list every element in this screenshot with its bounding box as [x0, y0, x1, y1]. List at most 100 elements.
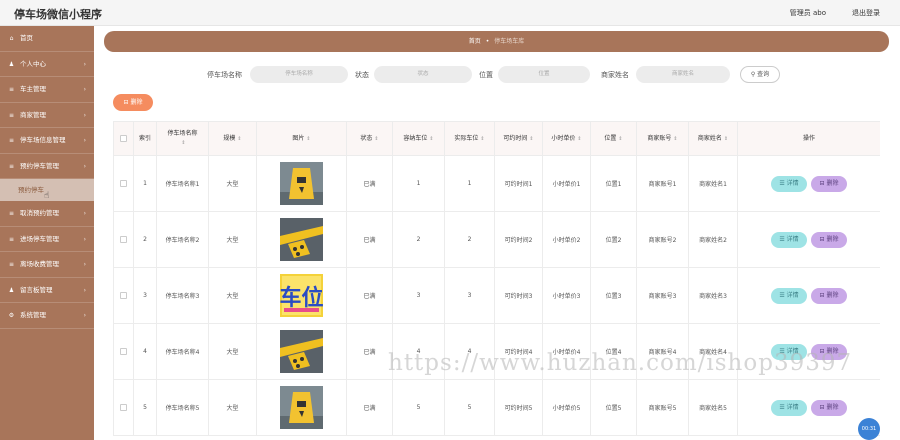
image-cell: [256, 211, 347, 268]
sidebar-item-label: 进场停车管理: [20, 234, 59, 243]
select-all-checkbox[interactable]: [120, 135, 127, 142]
cell-name: 停车场名称2: [156, 211, 209, 268]
table-header-row: 索引 停车场名称 ⇕ 规模 ⇕ 图片 ⇕ 状态 ⇕ 容纳车位 ⇕ 实际车位 ⇕ 可约时间 ⇕ …: [113, 121, 880, 156]
detail-button[interactable]: ☰ 详情: [771, 175, 807, 192]
delete-button[interactable]: ⊟ 删除: [811, 343, 847, 360]
timer-badge[interactable]: 00:31: [858, 418, 880, 440]
sort-icon[interactable]: ⇕: [618, 136, 622, 142]
header-size[interactable]: 规模 ⇕: [208, 121, 257, 156]
header-account[interactable]: 商家账号 ⇕: [636, 121, 689, 156]
row-checkbox-cell[interactable]: [113, 323, 134, 380]
header-location[interactable]: 位置 ⇕: [590, 121, 637, 156]
settings-icon: ⚙: [8, 312, 15, 319]
image-cell: [256, 323, 347, 380]
delete-button-label: 删除: [826, 179, 839, 187]
sort-icon[interactable]: ⇕: [673, 136, 677, 142]
header-status[interactable]: 状态 ⇕: [346, 121, 393, 156]
sidebar-item[interactable]: ≡ 取消预约管理 ›: [0, 201, 94, 227]
status-label: 状态: [355, 71, 369, 79]
detail-button-label: 详情: [786, 403, 799, 411]
row-checkbox-cell[interactable]: [113, 155, 134, 212]
sort-icon[interactable]: ⇕: [306, 136, 310, 142]
header-total[interactable]: 容纳车位 ⇕: [392, 121, 445, 156]
sort-icon[interactable]: ⇕: [577, 136, 581, 142]
row-checkbox[interactable]: [120, 404, 127, 411]
row-checkbox[interactable]: [120, 180, 127, 187]
row-checkbox[interactable]: [120, 292, 127, 299]
sidebar-item[interactable]: ♟ 留言板管理 ›: [0, 278, 94, 303]
header-account-label: 商家账号: [647, 134, 672, 142]
sort-icon[interactable]: ⇕: [429, 136, 433, 142]
header-unit[interactable]: 小时单价 ⇕: [542, 121, 591, 156]
header-size-label: 规模: [223, 134, 236, 142]
cell-actual: 1: [444, 155, 495, 212]
sidebar-item[interactable]: ⚙ 系统管理 ›: [0, 303, 94, 329]
header-actual[interactable]: 实际车位 ⇕: [444, 121, 495, 156]
row-checkbox[interactable]: [120, 236, 127, 243]
parking-thumbnail[interactable]: [280, 162, 323, 205]
sidebar-item[interactable]: ≡ 离场收费管理 ›: [0, 252, 94, 278]
detail-button[interactable]: ☰ 详情: [771, 343, 807, 360]
document-icon: ☰: [779, 347, 787, 355]
table-row[interactable]: 4 停车场名称4 大型 已满 4 4 可约时间4 小时单价4 位置4 商家账号4 商家姓名4 ☰ 详情…: [113, 323, 880, 380]
parking-thumbnail[interactable]: [280, 274, 323, 317]
header-name[interactable]: 停车场名称 ⇕: [156, 121, 209, 156]
detail-button[interactable]: ☰ 详情: [771, 231, 807, 248]
delete-button-label: 删除: [826, 235, 839, 243]
header-image[interactable]: 图片 ⇕: [256, 121, 347, 156]
document-icon: ☰: [779, 179, 787, 187]
select-all-checkbox-cell[interactable]: [113, 121, 134, 156]
detail-button[interactable]: ☰ 详情: [771, 399, 807, 416]
sidebar-item[interactable]: ≡ 商家管理 ›: [0, 103, 94, 128]
sort-icon[interactable]: ⇕: [374, 136, 378, 142]
batch-delete-label: 删除: [130, 99, 143, 106]
cell-total: 4: [392, 323, 445, 380]
row-checkbox-cell[interactable]: [113, 379, 134, 436]
sidebar-item[interactable]: ≡ 停车场信息管理 ›: [0, 128, 94, 154]
parking-thumbnail[interactable]: [280, 330, 323, 373]
sort-icon[interactable]: ⇕: [724, 136, 728, 142]
header-time[interactable]: 可约时间 ⇕: [494, 121, 543, 156]
table-row[interactable]: 5 停车场名称5 大型 已满 5 5 可约时间5 小时单价5 位置5 商家账号5 商家姓名5 ☰ 详情…: [113, 379, 880, 436]
sort-icon[interactable]: ⇕: [181, 140, 185, 146]
batch-delete-button[interactable]: ⊟ 删除: [113, 94, 153, 111]
parking-thumbnail[interactable]: [280, 218, 323, 261]
image-cell: [256, 155, 347, 212]
location-search-input[interactable]: 位置: [498, 66, 590, 83]
delete-button[interactable]: ⊟ 删除: [811, 399, 847, 416]
header-merchant[interactable]: 商家姓名 ⇕: [688, 121, 738, 156]
cell-merchant: 商家姓名1: [688, 155, 738, 212]
status-search-input[interactable]: 状态: [374, 66, 472, 83]
delete-button[interactable]: ⊟ 删除: [811, 287, 847, 304]
sidebar-subitem-active[interactable]: 预约停车 ☝: [0, 179, 94, 201]
delete-button[interactable]: ⊟ 删除: [811, 231, 847, 248]
document-icon: ☰: [779, 291, 787, 299]
delete-button[interactable]: ⊟ 删除: [811, 175, 847, 192]
sidebar-item[interactable]: ≡ 进场停车管理 ›: [0, 227, 94, 252]
sidebar-item[interactable]: ≡ 预约停车管理 ›: [0, 154, 94, 179]
merchant-search-input[interactable]: 商家姓名: [636, 66, 730, 83]
sort-icon[interactable]: ⇕: [237, 136, 241, 142]
logout-link[interactable]: 退出登录: [852, 8, 880, 18]
cell-merchant: 商家姓名2: [688, 211, 738, 268]
row-checkbox[interactable]: [120, 348, 127, 355]
name-search-input[interactable]: 停车场名称: [250, 66, 348, 83]
cell-index: 3: [133, 267, 157, 324]
breadcrumb-separator: •: [485, 38, 490, 45]
sort-icon[interactable]: ⇕: [529, 136, 533, 142]
cell-time: 可约时间3: [494, 267, 543, 324]
table-row[interactable]: 1 停车场名称1 大型 已满 1 1 可约时间1 小时单价1 位置1 商家账号1 商家姓名1 ☰ 详情…: [113, 155, 880, 212]
parking-thumbnail[interactable]: [280, 386, 323, 429]
breadcrumb-home[interactable]: 首页: [469, 38, 481, 45]
detail-button[interactable]: ☰ 详情: [771, 287, 807, 304]
search-button[interactable]: ⚲ 查询: [740, 66, 780, 83]
row-checkbox-cell[interactable]: [113, 267, 134, 324]
sidebar-item[interactable]: ⌂ 首页: [0, 26, 94, 52]
sort-icon[interactable]: ⇕: [480, 136, 484, 142]
cell-total: 2: [392, 211, 445, 268]
search-button-label: 查询: [757, 71, 770, 78]
sidebar-item-label: 首页: [20, 34, 33, 42]
table-row[interactable]: 2 停车场名称2 大型 已满 2 2 可约时间2 小时单价2 位置2 商家账号2 商家姓名2 ☰ 详情…: [113, 211, 880, 268]
row-checkbox-cell[interactable]: [113, 211, 134, 268]
table-row[interactable]: 3 停车场名称3 大型 已满 3 3 可约时间3 小时单价3 位置3 商家账号3 商家姓名3 ☰ 详情…: [113, 267, 880, 324]
